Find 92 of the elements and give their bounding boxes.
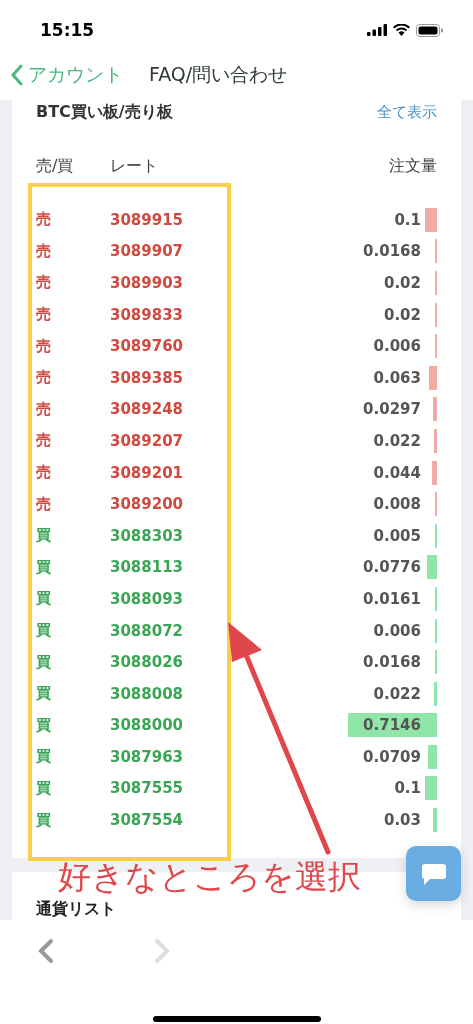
back-link[interactable]: アカウント (10, 62, 123, 88)
side-label: 売 (36, 494, 52, 514)
depth-bar (431, 460, 437, 485)
amount-value: 0.0297 (363, 400, 421, 419)
side-label: 売 (36, 368, 52, 388)
side-label: 買 (36, 779, 52, 798)
forward-icon[interactable] (154, 938, 170, 964)
rate-value: 3088026 (110, 653, 184, 672)
depth-bar (434, 428, 437, 453)
amount-value: 0.008 (373, 495, 421, 514)
rate-value: 3089200 (110, 495, 184, 514)
amount-value: 0.1 (394, 779, 421, 798)
page-title: FAQ/問い合わせ (149, 62, 288, 87)
rate-value: 3088072 (110, 621, 184, 640)
side-label: 売 (36, 463, 52, 483)
rate-value: 3089833 (110, 305, 184, 324)
depth-bar (434, 271, 437, 295)
rate-value: 3087555 (110, 779, 184, 798)
side-label: 買 (36, 715, 52, 735)
side-label: 売 (36, 336, 52, 356)
rate-value: 3089907 (110, 242, 184, 261)
side-label: 売 (36, 431, 52, 451)
chevron-left-icon (10, 64, 24, 86)
column-header: 注文量 (389, 155, 437, 177)
rate-value: 3089385 (110, 368, 184, 387)
side-label: 売 (36, 241, 52, 261)
depth-bar (434, 650, 437, 675)
status-time: 15:15 (40, 20, 95, 40)
depth-bar (434, 239, 437, 264)
side-label: 買 (36, 621, 52, 640)
card-title: BTC買い板/売り板 (36, 101, 173, 123)
depth-bar (424, 776, 437, 801)
rate-value: 3087963 (110, 747, 184, 766)
amount-value: 0.006 (373, 337, 421, 356)
depth-bar (433, 808, 437, 833)
speech-bubble-icon (420, 861, 447, 886)
column-header: 売/買 (36, 155, 75, 177)
depth-bar (428, 744, 437, 769)
rate-value: 3088093 (110, 589, 184, 608)
rate-value: 3088000 (110, 716, 184, 735)
rate-value: 3089760 (110, 337, 184, 356)
side-label: 買 (36, 684, 52, 704)
side-label: 買 (36, 589, 52, 609)
amount-value: 0.006 (373, 621, 421, 640)
amount-value: 0.03 (384, 811, 421, 830)
column-header: レート (110, 155, 158, 175)
depth-bar (427, 555, 437, 580)
side-label: 買 (36, 652, 52, 672)
amount-value: 0.0161 (363, 589, 421, 608)
battery-icon (416, 23, 443, 37)
rate-value: 3089915 (110, 210, 184, 229)
rate-value: 3089903 (110, 274, 184, 292)
signal-icon (367, 24, 387, 36)
amount-value: 0.0709 (363, 747, 421, 766)
rate-value: 3088303 (110, 526, 184, 545)
side-label: 売 (36, 273, 52, 293)
amount-value: 0.022 (373, 431, 421, 450)
side-label: 買 (36, 526, 52, 546)
amount-value: 0.02 (384, 305, 421, 324)
amount-value: 0.044 (373, 463, 421, 482)
amount-value: 0.0168 (363, 653, 421, 672)
annotation-caption: 好きなところを選択 (58, 860, 361, 893)
side-label: 売 (36, 210, 52, 230)
side-label: 買 (36, 810, 52, 830)
amount-value: 0.02 (384, 274, 421, 292)
rate-value: 3089207 (110, 431, 184, 450)
card-title: 通貨リスト (36, 898, 116, 918)
show-all-link[interactable]: 全て表示 (377, 102, 437, 122)
amount-value: 0.7146 (363, 716, 421, 735)
depth-bar (434, 681, 437, 706)
depth-bar (424, 207, 437, 232)
side-label: 買 (36, 747, 52, 767)
rate-value: 3089201 (110, 463, 184, 482)
side-label: 買 (36, 557, 52, 577)
depth-bar (429, 365, 437, 390)
wifi-icon (393, 24, 410, 36)
amount-value: 0.005 (373, 526, 421, 545)
rate-value: 3089248 (110, 400, 184, 419)
back-icon[interactable] (38, 938, 54, 964)
rate-value: 3088008 (110, 684, 184, 703)
side-label: 売 (36, 399, 52, 419)
rate-value: 3088113 (110, 558, 184, 577)
chat-button[interactable] (406, 846, 461, 901)
rate-value: 3087554 (110, 811, 184, 830)
side-label: 売 (36, 305, 52, 325)
amount-value: 0.1 (394, 210, 421, 229)
depth-bar (433, 397, 437, 422)
depth-bar (434, 302, 437, 327)
amount-value: 0.0168 (363, 242, 421, 261)
amount-value: 0.022 (373, 684, 421, 703)
amount-value: 0.0776 (363, 558, 421, 577)
amount-value: 0.063 (373, 368, 421, 387)
